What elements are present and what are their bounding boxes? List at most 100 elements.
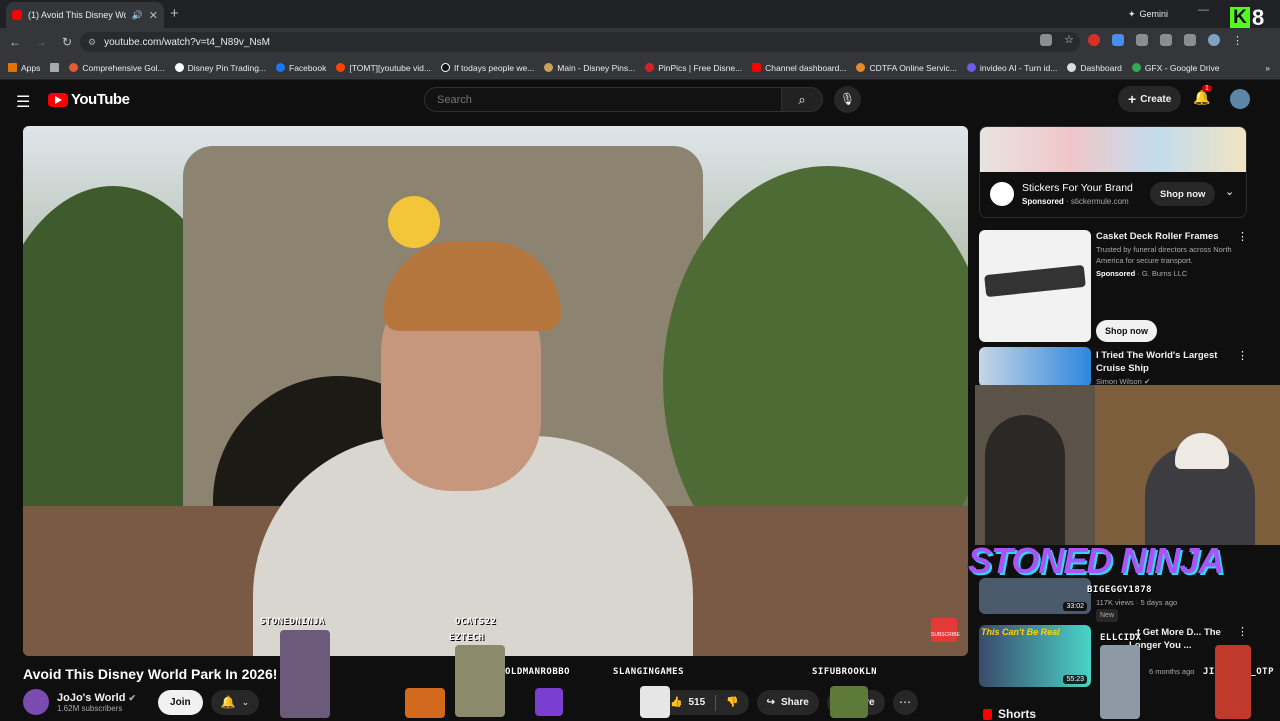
sidepanel-icon[interactable]	[1160, 34, 1172, 46]
presenter-cap	[383, 241, 561, 331]
stream-banner-text: STONED NINJA	[968, 540, 1224, 581]
menu-icon[interactable]: ☰	[16, 92, 30, 112]
pixel-sprite-turtle	[830, 686, 868, 718]
streamer-webcam-overlay	[975, 385, 1280, 545]
account-avatar[interactable]	[1230, 89, 1250, 109]
reload-icon[interactable]: ↻	[56, 35, 78, 49]
create-button[interactable]: + Create	[1118, 86, 1182, 112]
sponsored-ad-stickers[interactable]: Stickers For Your Brand Sponsored · stic…	[979, 126, 1247, 218]
more-options-icon[interactable]: ⋮	[1237, 625, 1248, 638]
close-tab-icon[interactable]: ✕	[149, 9, 158, 22]
bookmark-item[interactable]: Dashboard	[1067, 63, 1122, 73]
pixel-sprite-robot	[1100, 645, 1140, 719]
google-drive-icon	[1131, 63, 1141, 72]
video-player[interactable]: SUBSCRIBE	[23, 126, 968, 656]
chevron-down-icon[interactable]: ⌄	[1225, 185, 1234, 198]
bookmark-item[interactable]: [TOMT][youtube vid...	[336, 63, 431, 73]
related-video[interactable]: 33:02 117K views · 5 days ago New	[979, 578, 1269, 622]
bookmark-item[interactable]: If todays people we...	[440, 63, 534, 73]
ad-thumbnail	[979, 230, 1091, 342]
browser-menu-icon[interactable]: ⋮	[1232, 34, 1243, 47]
subscribe-watermark-icon[interactable]: SUBSCRIBE	[931, 618, 960, 642]
join-button[interactable]: Join	[158, 689, 203, 715]
url-bar[interactable]: ⚙ youtube.com/watch?v=t4_N89v_NsM	[80, 32, 1080, 52]
extension-icons: ☆ ⋮	[1040, 34, 1243, 47]
shop-now-button[interactable]: Shop now	[1096, 320, 1157, 342]
bookmark-item[interactable]: Apps	[8, 63, 40, 73]
tiktok-icon	[440, 63, 450, 72]
bookmark-item[interactable]: GFX - Google Drive	[1131, 63, 1220, 73]
tab-groups-icon[interactable]	[50, 63, 60, 72]
shop-now-button[interactable]: Shop now	[1150, 182, 1216, 206]
channel-avatar[interactable]	[23, 689, 49, 715]
shorts-section-header[interactable]: Shorts	[983, 707, 1036, 721]
overlay-username: OCATS22	[455, 617, 497, 627]
more-actions-icon[interactable]: ⋯	[892, 690, 918, 715]
pixel-sprite-ufo	[455, 645, 505, 717]
divider	[715, 694, 717, 711]
search-input[interactable]	[437, 93, 781, 106]
notifications-button[interactable]: 🔔 1	[1193, 85, 1212, 106]
forward-icon[interactable]: →	[30, 35, 52, 49]
gemini-button[interactable]: ✦ Gemini	[1120, 6, 1176, 22]
gemini-label: Gemini	[1139, 9, 1169, 19]
ad-description: Trusted by funeral directors across Nort…	[1096, 245, 1232, 265]
like-button[interactable]: 👍 515 👎	[660, 690, 749, 715]
share-button[interactable]: ↪ Share	[756, 690, 819, 715]
search-button[interactable]: ⌕	[781, 87, 823, 112]
youtube-logo[interactable]: YouTube	[48, 91, 130, 108]
new-badge-wrap: New	[1096, 607, 1246, 622]
audio-icon[interactable]: 🔊	[132, 10, 143, 21]
ad-title: Stickers For Your Brand	[1022, 182, 1133, 194]
bookmark-item[interactable]: Facebook	[276, 63, 326, 73]
extension-red-icon[interactable]	[1088, 34, 1100, 46]
channel-row: JoJo's World ✔ 1.62M subscribers Join 🔔 …	[23, 689, 260, 715]
profile-icon[interactable]	[1208, 34, 1220, 46]
video-thumbnail: 33:02	[979, 578, 1091, 614]
plus-icon: +	[1128, 91, 1137, 107]
microphone-icon: 🎙	[839, 92, 856, 106]
facebook-icon	[276, 63, 286, 72]
site-info-icon[interactable]: ⚙	[88, 37, 96, 48]
bookmark-item[interactable]: PinPics | Free Disne...	[645, 63, 742, 73]
cdtfa-icon	[856, 63, 866, 72]
bookmark-item[interactable]: Channel dashboard...	[752, 63, 846, 73]
search-box	[424, 87, 782, 112]
browser-tab-bar: (1) Avoid This Disney World 🔊 ✕ + ✦ Gemi…	[0, 0, 1280, 28]
channel-name-wrap[interactable]: JoJo's World ✔	[57, 692, 136, 704]
sponsored-ad-casket[interactable]: Casket Deck Roller Frames Trusted by fun…	[979, 230, 1269, 342]
browser-tab[interactable]: (1) Avoid This Disney World 🔊 ✕	[6, 2, 164, 28]
more-options-icon[interactable]: ⋮	[1237, 349, 1248, 362]
bookmark-item[interactable]: Main - Disney Pins...	[544, 63, 635, 73]
back-icon[interactable]: ←	[4, 35, 26, 49]
ad-title: Casket Deck Roller Frames	[1096, 231, 1219, 242]
bookmark-item[interactable]: Comprehensive Gol...	[69, 63, 165, 73]
more-options-icon[interactable]: ⋮	[1237, 230, 1248, 243]
reading-list-icon[interactable]	[1184, 34, 1196, 46]
video-thumbnail: This Can't Be Real 55:23	[979, 625, 1091, 687]
youtube-wordmark: YouTube	[71, 91, 130, 108]
url-text: youtube.com/watch?v=t4_N89v_NsM	[104, 36, 270, 48]
subscription-bell-button[interactable]: 🔔 ⌄	[210, 689, 260, 715]
pixel-sprite-fox	[405, 688, 445, 718]
kick-logo-icon: K	[1230, 7, 1250, 29]
minimize-icon[interactable]: —	[1198, 4, 1209, 16]
pixel-sprite-bird	[535, 688, 563, 716]
related-video[interactable]: I Tried The World's Largest Cruise Ship …	[979, 347, 1269, 387]
more-bookmarks-icon[interactable]: »	[1265, 63, 1270, 73]
ad-advertiser-icon	[990, 182, 1014, 206]
bookmark-star-icon[interactable]: ☆	[1064, 34, 1076, 46]
overlay-username: SIFUBROOKLN	[812, 667, 878, 677]
thumbs-down-icon[interactable]: 👎	[726, 697, 738, 708]
verified-icon: ✔	[128, 692, 137, 703]
cast-icon[interactable]	[1040, 34, 1052, 46]
like-count: 515	[688, 697, 706, 708]
webcam-left-feed	[975, 385, 1095, 545]
bookmark-item[interactable]: Disney Pin Trading...	[174, 63, 266, 73]
voice-search-button[interactable]: 🎙	[834, 86, 861, 113]
extensions-puzzle-icon[interactable]	[1136, 34, 1148, 46]
extension-blue-icon[interactable]	[1112, 34, 1124, 46]
bookmark-item[interactable]: invideo AI - Turn id...	[966, 63, 1057, 73]
bookmark-item[interactable]: CDTFA Online Servic...	[856, 63, 957, 73]
new-tab-icon[interactable]: +	[170, 5, 179, 22]
